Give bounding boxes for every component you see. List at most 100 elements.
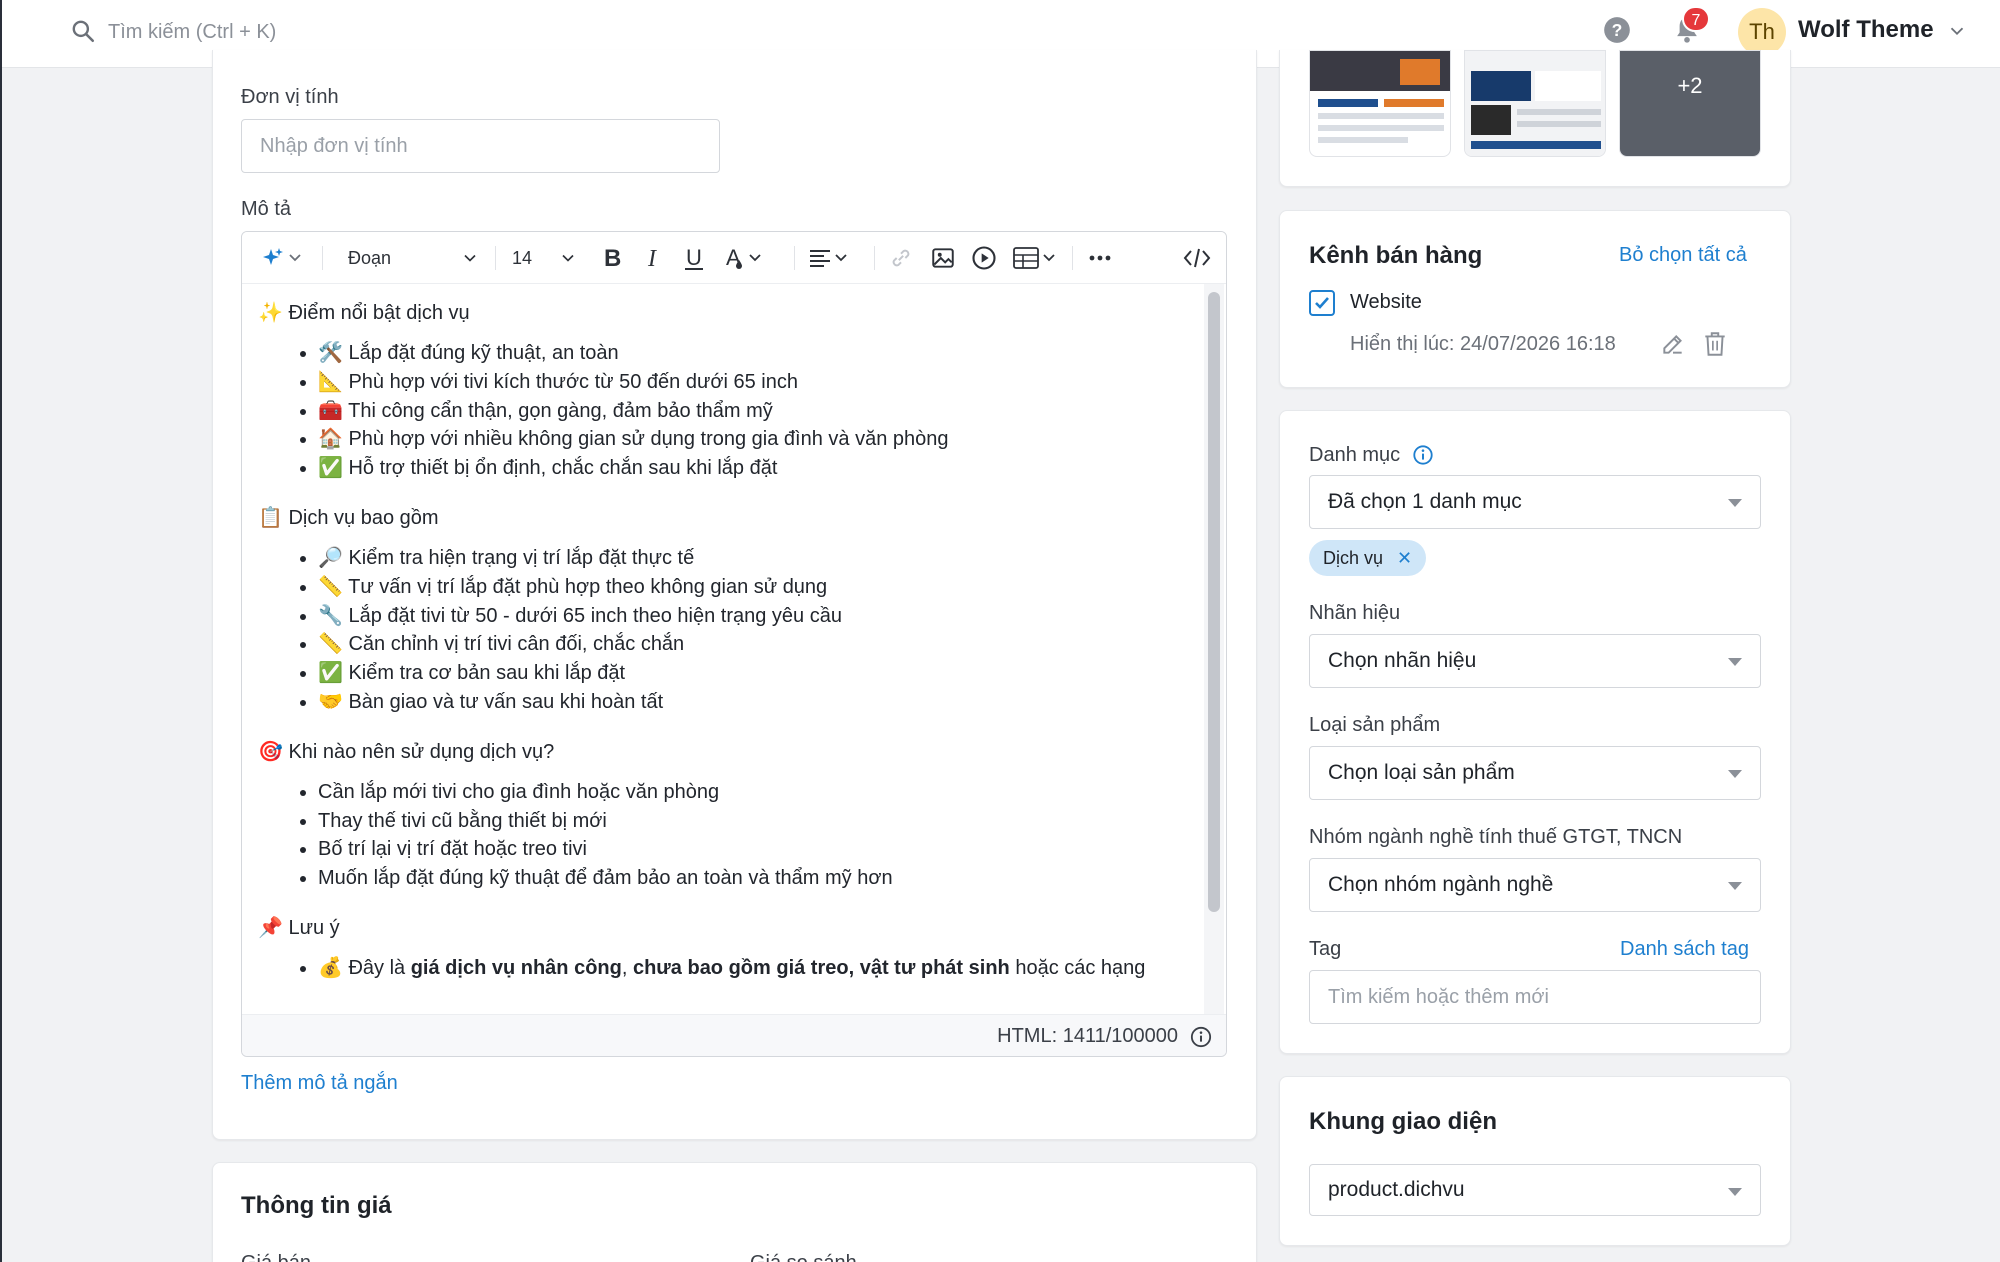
list-item: 🛠️ Lắp đặt đúng kỹ thuật, an toàn [318, 339, 1186, 368]
product-type-label: Loại sản phẩm [1309, 714, 1441, 736]
list-item: 📏 Tư vấn vị trí lắp đặt phù hợp theo khô… [318, 573, 1186, 602]
underline-button[interactable]: U [682, 244, 706, 272]
link-button[interactable] [888, 244, 914, 272]
chevron-down-icon[interactable] [1946, 20, 1968, 42]
price-info-title: Thông tin giá [241, 1192, 392, 1219]
compare-price-label: Giá so sánh [750, 1252, 857, 1262]
sales-channels-title: Kênh bán hàng [1309, 242, 1483, 269]
list-item: ✅ Kiểm tra cơ bản sau khi lắp đặt [318, 659, 1186, 688]
list-item: Muốn lắp đặt đúng kỹ thuật để đảm bảo an… [318, 864, 1186, 893]
section-heading: 🎯 Khi nào nên sử dụng dịch vụ? [258, 740, 555, 763]
align-button[interactable] [808, 244, 854, 272]
editor-content[interactable]: ✨ Điểm nổi bật dịch vụ 🛠️ Lắp đặt đúng k… [242, 284, 1202, 1014]
note-sep: , [621, 956, 633, 979]
description-label: Mô tả [241, 198, 292, 220]
toolbar-separator [874, 246, 875, 270]
bullet-list: 💰 Đây là giá dịch vụ nhân công, chưa bao… [258, 954, 1186, 983]
text-color-button[interactable]: A [724, 244, 768, 272]
tax-group-placeholder: Chọn nhóm ngành nghề [1328, 873, 1554, 896]
editor-footer: HTML: 1411/100000 [242, 1014, 1226, 1056]
avatar[interactable]: Th [1738, 8, 1786, 56]
bullet-list: 🔎 Kiểm tra hiện trạng vị trí lắp đặt thự… [258, 544, 1186, 717]
caret-down-icon [1728, 770, 1742, 778]
bold-button[interactable]: B [600, 244, 622, 272]
more-options-button[interactable] [1086, 244, 1114, 272]
tax-group-select[interactable]: Chọn nhóm ngành nghề [1309, 858, 1761, 912]
code-view-button[interactable] [1182, 244, 1212, 272]
list-item: 🤝 Bàn giao và tư vấn sau khi hoàn tất [318, 688, 1186, 717]
info-icon[interactable] [1412, 444, 1434, 466]
check-icon [1315, 297, 1329, 309]
font-size-label: 14 [512, 248, 533, 268]
svg-text:I: I [647, 246, 657, 272]
note-suffix: hoặc các hạng [1009, 956, 1146, 979]
bold-icon: B [604, 245, 621, 272]
list-item: 📏 Căn chỉnh vị trí tivi cân đối, chắc ch… [318, 630, 1186, 659]
svg-text:?: ? [1612, 20, 1623, 40]
search-input[interactable] [108, 14, 808, 50]
font-size-dropdown[interactable]: 14 [512, 244, 582, 272]
tag-label: Tag [1309, 938, 1342, 960]
paragraph-dropdown[interactable]: Đoạn [348, 244, 478, 272]
add-short-description-link[interactable]: Thêm mô tả ngắn [241, 1072, 398, 1095]
note-bold-1: giá dịch vụ nhân công [410, 956, 622, 979]
underline-icon: U [685, 245, 703, 270]
brand-select-placeholder: Chọn nhãn hiệu [1328, 649, 1477, 672]
text-color-icon: A [726, 245, 761, 270]
thumbnail-image [1310, 51, 1450, 143]
category-select-value: Đã chọn 1 danh mục [1328, 490, 1522, 513]
section-heading: 📌 Lưu ý [258, 916, 340, 939]
display-time: Hiển thị lúc: 24/07/2026 16:18 [1350, 333, 1616, 355]
note-prefix: 💰 Đây là [318, 956, 411, 979]
media-thumbnail[interactable] [1309, 50, 1451, 157]
list-item: Bố trí lại vị trí đặt hoặc treo tivi [318, 835, 1186, 864]
code-icon [1183, 248, 1211, 268]
deselect-all-link[interactable]: Bỏ chọn tất cả [1619, 244, 1747, 267]
table-button[interactable] [1012, 244, 1060, 272]
thumbnail-image [1465, 51, 1605, 156]
image-button[interactable] [930, 244, 956, 272]
edit-icon[interactable] [1660, 331, 1686, 357]
category-chip-label: Dịch vụ [1323, 548, 1384, 568]
media-thumbnail[interactable] [1464, 50, 1606, 157]
product-type-placeholder: Chọn loại sản phẩm [1328, 761, 1515, 784]
italic-button[interactable]: I [642, 244, 664, 272]
layout-template-title: Khung giao diện [1309, 1108, 1497, 1135]
toolbar-separator [794, 246, 795, 270]
media-more-thumbnail[interactable]: +2 [1619, 50, 1761, 157]
html-char-count: HTML: 1411/100000 [997, 1025, 1178, 1047]
user-name[interactable]: Wolf Theme [1798, 16, 1934, 44]
tag-input[interactable] [1309, 970, 1761, 1024]
media-more-count: +2 [1677, 73, 1703, 98]
list-item: 🔧 Lắp đặt tivi từ 50 - dưới 65 inch theo… [318, 602, 1186, 631]
notification-badge: 7 [1682, 6, 1710, 32]
close-icon[interactable]: ✕ [1397, 548, 1412, 568]
tag-list-link[interactable]: Danh sách tag [1620, 938, 1749, 961]
info-icon[interactable] [1190, 1026, 1212, 1048]
product-type-select[interactable]: Chọn loại sản phẩm [1309, 746, 1761, 800]
caret-down-icon [1728, 882, 1742, 890]
note-bold-2: chưa bao gồm giá treo, vật tư phát sinh [632, 956, 1010, 979]
svg-text:B: B [604, 245, 621, 272]
bullet-list: Cần lắp mới tivi cho gia đình hoặc văn p… [258, 778, 1186, 893]
brand-select[interactable]: Chọn nhãn hiệu [1309, 634, 1761, 688]
category-select[interactable]: Đã chọn 1 danh mục [1309, 475, 1761, 529]
caret-down-icon [1728, 1188, 1742, 1196]
category-label: Danh mục [1309, 444, 1401, 466]
list-item: Thay thế tivi cũ bằng thiết bị mới [318, 807, 1186, 836]
layout-template-select[interactable]: product.dichvu [1309, 1164, 1761, 1216]
list-item: 📐 Phù hợp với tivi kích thước từ 50 đến … [318, 368, 1186, 397]
section-heading: 📋 Dịch vụ bao gồm [258, 506, 439, 529]
ai-assist-button[interactable] [260, 244, 306, 272]
svg-text:U: U [686, 245, 702, 270]
chevron-down-icon [562, 254, 574, 262]
section-heading: ✨ Điểm nổi bật dịch vụ [258, 302, 470, 324]
trash-icon[interactable] [1702, 330, 1728, 358]
help-icon[interactable]: ? [1603, 16, 1631, 44]
image-icon [932, 248, 954, 268]
editor-scrollbar-thumb[interactable] [1208, 292, 1220, 912]
list-item: 🏠 Phù hợp với nhiều không gian sử dụng t… [318, 425, 1186, 454]
video-button[interactable] [970, 244, 998, 272]
unit-input[interactable] [241, 119, 720, 173]
website-checkbox[interactable] [1309, 290, 1335, 316]
